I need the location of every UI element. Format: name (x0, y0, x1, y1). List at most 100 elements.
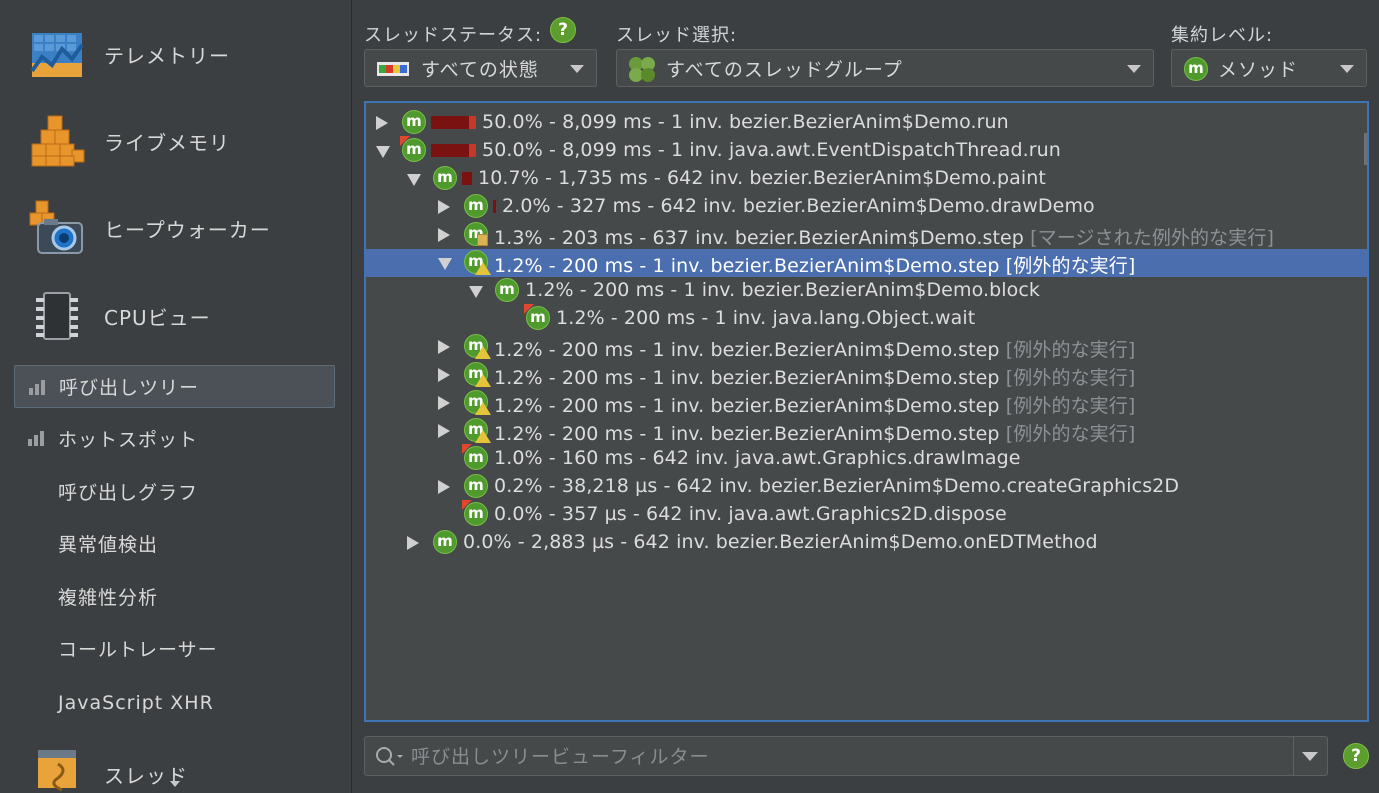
bar-chart-icon (28, 431, 44, 446)
method-icon-letter: m (468, 476, 484, 494)
chevron-down-icon[interactable] (1302, 752, 1318, 761)
tree-row-label: 50.0% - 8,099 ms - 1 inv. java.awt.Event… (482, 139, 1061, 161)
sidebar-item-call-graph[interactable]: 呼び出しグラフ (14, 470, 335, 513)
unprofiled-corner-icon (400, 136, 410, 146)
sidebar-item-javascript-xhr[interactable]: JavaScript XHR (14, 681, 335, 724)
expand-arrow-icon[interactable] (438, 258, 452, 270)
chevron-down-icon (1127, 65, 1141, 73)
help-icon[interactable]: ? (1343, 743, 1369, 769)
collapse-arrow-icon[interactable] (376, 116, 388, 130)
heap-walker-icon (29, 200, 83, 254)
tree-row[interactable]: m 1.0% - 160 ms - 642 inv. java.awt.Graph… (366, 444, 1367, 473)
method-icon: m (462, 444, 488, 470)
tree-row-annotation: [マージされた例外的な実行] (1030, 227, 1274, 249)
aggregation-level-combo[interactable]: m メソッド (1171, 49, 1367, 87)
method-icon: m (524, 304, 550, 330)
tree-row-annotation: [例外的な実行] (1005, 395, 1136, 417)
tree-row[interactable]: m 50.0% - 8,099 ms - 1 inv. java.awt.Even… (366, 136, 1367, 165)
tree-row-annotation: [例外的な実行] (1005, 423, 1136, 445)
sidebar-item-label: 異常値検出 (58, 534, 159, 556)
tree-row[interactable]: m 50.0% - 8,099 ms - 1 inv. bezier.Bezier… (366, 109, 1367, 137)
sidebar-item-call-tree[interactable]: 呼び出しツリー (14, 365, 335, 408)
tree-row[interactable]: m 1.2% - 200 ms - 1 inv. bezier.BezierAni… (366, 249, 1367, 277)
tree-row-label: 1.2% - 200 ms - 1 inv. bezier.BezierAnim… (494, 395, 1000, 417)
tree-row[interactable]: m 1.2% - 200 ms - 1 inv. bezier.BezierAni… (366, 361, 1367, 389)
call-tree-filter[interactable] (364, 736, 1328, 776)
collapse-arrow-icon[interactable] (438, 368, 450, 382)
sidebar-item-call-tracer[interactable]: コールトレーサー (14, 627, 335, 670)
collapse-arrow-icon[interactable] (438, 396, 450, 410)
tree-row-label: 1.3% - 203 ms - 637 inv. bezier.BezierAn… (494, 227, 1024, 249)
filter-input[interactable] (409, 739, 1273, 775)
tree-row[interactable]: m 10.7% - 1,735 ms - 642 inv. bezier.Bezi… (366, 165, 1367, 193)
sidebar-item-label: コールトレーサー (58, 639, 218, 661)
thread-state-colors-icon (377, 62, 409, 76)
sidebar-item-hot-spots[interactable]: ホットスポット (14, 417, 335, 460)
tree-row[interactable]: m 0.0% - 2,883 µs - 642 inv. bezier.Bezie… (366, 529, 1367, 557)
method-icon: m (464, 362, 491, 387)
tree-row[interactable]: m 1.2% - 200 ms - 1 inv. bezier.BezierAni… (366, 333, 1367, 361)
tree-row[interactable]: m 1.2% - 200 ms - 1 inv. bezier.BezierAni… (366, 417, 1367, 445)
telemetry-icon (30, 33, 84, 77)
warning-icon (475, 262, 491, 275)
tree-row-text: 0.2% - 38,218 µs - 642 inv. bezier.Bezie… (494, 475, 1179, 497)
collapse-arrow-icon[interactable] (438, 480, 450, 494)
tree-row-label: 1.0% - 160 ms - 642 inv. java.awt.Graphi… (494, 447, 1021, 469)
tree-row[interactable]: m 0.0% - 357 µs - 642 inv. java.awt.Graph… (366, 500, 1367, 529)
tree-row[interactable]: m 2.0% - 327 ms - 642 inv. bezier.BezierA… (366, 193, 1367, 221)
sidebar-item-complexity-analysis[interactable]: 複雑性分析 (14, 575, 335, 618)
sidebar-item-outlier-detection[interactable]: 異常値検出 (14, 522, 335, 565)
nav-telemetry[interactable]: テレメトリー (0, 14, 351, 94)
tree-row[interactable]: m 1.2% - 200 ms - 1 inv. java.lang.Object… (366, 304, 1367, 333)
tree-row[interactable]: m 1.2% - 200 ms - 1 inv. bezier.BezierAni… (366, 277, 1367, 305)
tree-row-annotation: [例外的な実行] (1005, 367, 1136, 389)
expand-arrow-icon[interactable] (469, 286, 483, 298)
collapse-arrow-icon[interactable] (438, 340, 450, 354)
sidebar: テレメトリー ライブメモリ ヒープウォーカー CPUビュー 呼び出しツリー ホッ… (0, 0, 352, 793)
tree-row-label: 0.0% - 2,883 µs - 642 inv. bezier.Bezier… (463, 531, 1098, 553)
tree-row[interactable]: m 0.2% - 38,218 µs - 642 inv. bezier.Bezi… (366, 473, 1367, 501)
collapse-arrow-icon[interactable] (407, 536, 419, 550)
tree-row-text: 1.0% - 160 ms - 642 inv. java.awt.Graphi… (494, 447, 1021, 469)
percentage-bar (462, 172, 472, 185)
unprofiled-corner-icon (462, 444, 472, 454)
tree-row-label: 1.2% - 200 ms - 1 inv. java.lang.Object.… (556, 307, 976, 329)
nav-live-memory[interactable]: ライブメモリ (0, 101, 351, 181)
collapse-arrow-icon[interactable] (438, 424, 450, 438)
tree-row[interactable]: m 1.2% - 200 ms - 1 inv. bezier.BezierAni… (366, 389, 1367, 417)
thread-select-combo[interactable]: すべてのスレッドグループ (616, 49, 1154, 87)
nav-cpu-views[interactable]: CPUビュー (0, 276, 351, 356)
tree-row-text: 1.2% - 200 ms - 1 inv. bezier.BezierAnim… (494, 419, 1135, 446)
scroll-down-icon[interactable] (170, 781, 180, 787)
expand-arrow-icon[interactable] (407, 174, 421, 186)
help-icon[interactable]: ? (550, 17, 576, 43)
sidebar-item-label: 複雑性分析 (58, 587, 159, 609)
tree-row-text: 1.3% - 203 ms - 637 inv. bezier.BezierAn… (494, 223, 1274, 250)
aggregation-level-value: メソッド (1218, 58, 1299, 81)
thread-status-value: すべての状態 (421, 58, 539, 81)
sidebar-item-label: JavaScript XHR (58, 691, 214, 714)
call-tree[interactable]: m 50.0% - 8,099 ms - 1 inv. bezier.Bezier… (364, 101, 1369, 722)
method-icon: m (464, 222, 488, 246)
tree-scrollbar[interactable] (1364, 133, 1367, 165)
nav-heap-walker[interactable]: ヒープウォーカー (0, 188, 351, 268)
thread-group-icon (629, 57, 655, 82)
warning-icon (475, 346, 491, 359)
collapse-arrow-icon[interactable] (438, 228, 450, 242)
tree-row-label: 1.2% - 200 ms - 1 inv. bezier.BezierAnim… (494, 339, 1000, 361)
method-icon-letter: m (437, 532, 453, 550)
collapse-arrow-icon[interactable] (438, 200, 450, 214)
percentage-bar (431, 116, 476, 129)
unprofiled-corner-icon (462, 500, 472, 510)
method-icon-letter: m (406, 112, 422, 130)
warning-icon (475, 374, 491, 387)
warning-icon (475, 430, 491, 443)
tree-row-label: 2.0% - 327 ms - 642 inv. bezier.BezierAn… (502, 195, 1095, 217)
tree-row-annotation: [例外的な実行] (1005, 339, 1136, 361)
method-icon: m (464, 418, 491, 443)
expand-arrow-icon[interactable] (376, 146, 390, 158)
tree-row-label: 1.2% - 200 ms - 1 inv. bezier.BezierAnim… (525, 279, 1041, 301)
tree-row[interactable]: m 1.3% - 203 ms - 637 inv. bezier.BezierA… (366, 221, 1367, 249)
thread-status-combo[interactable]: すべての状態 (364, 49, 597, 87)
nav-live-memory-label: ライブメモリ (104, 130, 230, 155)
